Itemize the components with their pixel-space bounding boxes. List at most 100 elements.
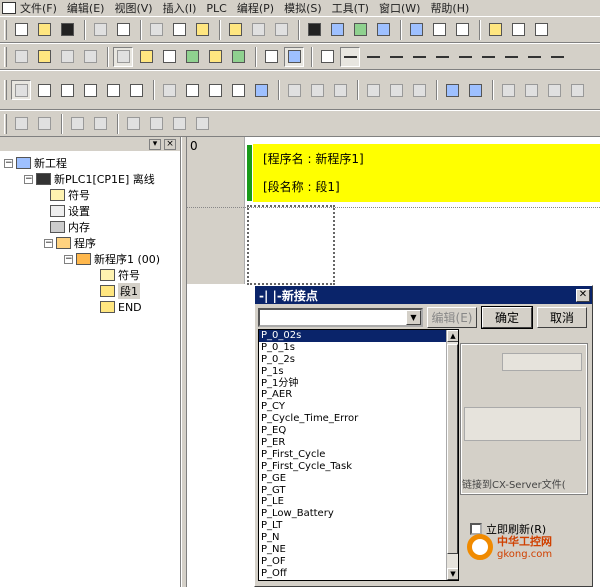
collapse-icon[interactable]: − [44,238,53,248]
zoom-out-icon[interactable] [57,47,77,67]
instruction-icon[interactable] [524,47,544,67]
spell-check-icon[interactable] [508,20,528,40]
horizontal-line-icon[interactable] [455,47,475,67]
menu-edit[interactable]: 编辑(E) [67,0,105,16]
list-item[interactable]: P_N [259,532,458,544]
project-window-icon[interactable] [126,80,146,100]
tree-item-end[interactable]: END [100,299,142,315]
tree-item-program-symbols[interactable]: 符号 [100,267,140,283]
close-icon[interactable]: ✕ [576,288,590,302]
tree-item-program1[interactable]: − 新程序1 (00) [64,251,160,267]
tool-c-icon[interactable] [169,114,189,134]
chevron-down-icon[interactable]: ▼ [406,310,421,325]
menu-file[interactable]: 文件(F) [20,0,57,16]
step-in-icon[interactable] [521,80,541,100]
hex-16-icon[interactable] [330,80,350,100]
coil-nc-icon[interactable] [501,47,521,67]
list-item[interactable]: P_NE [259,544,458,556]
debug-icon[interactable] [465,80,485,100]
operand-combobox[interactable]: ▼ [258,308,423,327]
program-mode-icon[interactable] [228,80,248,100]
list-item[interactable]: P_1分钟 [259,378,458,390]
list-item[interactable]: P_GE [259,473,458,485]
edit-button[interactable]: 编辑(E) [427,307,477,328]
redo-icon[interactable] [271,20,291,40]
step-out-icon[interactable] [544,80,564,100]
menu-tools[interactable]: 工具(T) [332,0,369,16]
properties-icon[interactable] [103,80,123,100]
list-item[interactable]: P_0_02s [259,330,458,342]
clipboard-icon[interactable] [225,20,245,40]
ok-button[interactable]: 确定 [481,306,533,329]
menu-simulate[interactable]: 模拟(S) [284,0,322,16]
print-icon[interactable] [90,20,110,40]
list-item[interactable]: P_First_Cycle [259,449,458,461]
tree-item-plc[interactable]: − 新PLC1[CP1E] 离线 [24,171,155,187]
list-item[interactable]: P_First_Cycle_Task [259,461,458,473]
zoom-in-icon[interactable] [34,47,54,67]
hex-10-alt-icon[interactable] [307,80,327,100]
scroll-up-icon[interactable]: ▲ [447,330,458,342]
align-icon[interactable] [67,114,87,134]
list-item[interactable]: P_0_1s [259,342,458,354]
list-scrollbar[interactable]: ▲ ▼ [446,330,458,580]
list-item[interactable]: P_1s [259,366,458,378]
copy-icon[interactable] [169,20,189,40]
contact-or-icon[interactable] [386,47,406,67]
zoom-fit-icon[interactable] [80,47,100,67]
mnemonic-view-icon[interactable] [34,80,54,100]
tree-icon[interactable] [228,47,248,67]
outdent-icon[interactable] [11,114,31,134]
list-item[interactable]: P_0_2s [259,354,458,366]
contact-no-icon[interactable] [340,46,360,67]
coil-icon[interactable] [478,47,498,67]
step-icon[interactable] [498,80,518,100]
tree-item-section1[interactable]: 段1 [100,283,140,299]
vertical-line-icon[interactable] [432,47,452,67]
collapse-icon[interactable]: − [4,158,13,168]
select-pointer-icon[interactable] [317,47,337,67]
simulator-icon[interactable] [442,80,462,100]
sma-icon[interactable] [261,47,281,67]
list-item[interactable]: P_CY [259,401,458,413]
function-block-icon[interactable] [547,47,567,67]
tree-item-settings[interactable]: 设置 [50,203,90,219]
context-help-icon[interactable] [452,20,472,40]
cancel-button[interactable]: 取消 [537,307,587,328]
download-alt-icon[interactable] [409,80,429,100]
grid-icon[interactable] [113,46,133,67]
list-item[interactable]: P_AER [259,389,458,401]
cut-icon[interactable] [146,20,166,40]
compare-icon[interactable] [205,80,225,100]
tree-item-programs[interactable]: − 程序 [44,235,96,251]
new-file-icon[interactable] [11,20,31,40]
list-item[interactable]: P_LE [259,496,458,508]
list-item[interactable]: P_OF [259,556,458,568]
tool-b-icon[interactable] [146,114,166,134]
font-icon[interactable] [531,20,551,40]
find-icon[interactable] [304,20,324,40]
menu-view[interactable]: 视图(V) [114,0,152,16]
cross-reference-icon[interactable] [350,20,370,40]
collapse-icon[interactable]: − [24,174,33,184]
comment-icon[interactable] [136,47,156,67]
pin-icon[interactable]: ▾ [149,138,161,150]
list-item[interactable]: P_EQ [259,425,458,437]
list-item[interactable]: P_Cycle_Time_Error [259,413,458,425]
tree-item-memory[interactable]: 内存 [50,219,90,235]
indent-icon[interactable] [34,114,54,134]
output-window-icon[interactable] [80,80,100,100]
tree-item-project[interactable]: − 新工程 [4,155,67,171]
memory-card-icon[interactable] [251,80,271,100]
print-preview-icon[interactable] [113,20,133,40]
upload-icon[interactable] [363,80,383,100]
tool-d-icon[interactable] [192,114,212,134]
watch-window-icon[interactable] [57,80,77,100]
tree-item-symbols[interactable]: 符号 [50,187,90,203]
contact-or-nc-icon[interactable] [409,47,429,67]
workspace-close-icon[interactable]: × [164,138,176,150]
tool-a-icon[interactable] [123,114,143,134]
align-alt-icon[interactable] [90,114,110,134]
ladder-cursor[interactable] [247,205,335,285]
transfer-icon[interactable] [182,80,202,100]
